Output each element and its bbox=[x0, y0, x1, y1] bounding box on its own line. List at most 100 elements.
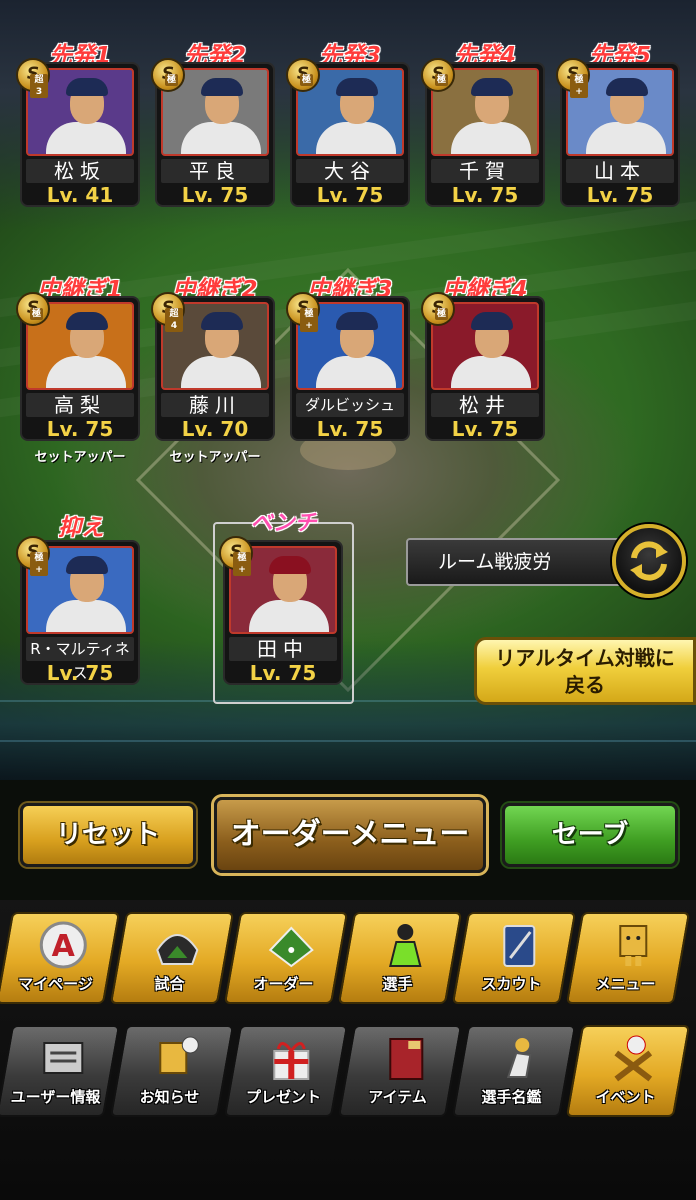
player-name: 山本 bbox=[566, 159, 674, 183]
player-level: Lv. 75 bbox=[586, 183, 654, 207]
player-cap bbox=[201, 78, 243, 96]
bench-position-label: ベンチ bbox=[250, 511, 317, 536]
item-book-icon bbox=[380, 1033, 430, 1083]
player-card-bench[interactable]: S極+ 田中 Lv. 75 bbox=[219, 536, 343, 685]
player-card[interactable]: S極+ 山本Lv. 75 bbox=[556, 58, 680, 207]
player-name: 藤川 bbox=[161, 393, 269, 417]
uniform bbox=[586, 122, 666, 154]
player-cap bbox=[336, 78, 378, 96]
nav-label: 試合 bbox=[154, 975, 185, 993]
uniform bbox=[316, 356, 396, 388]
nav-item-stadium[interactable]: 試合 bbox=[109, 912, 235, 1004]
rank-badge-icon: S極+ bbox=[556, 58, 590, 98]
nav-item-player[interactable]: 選手 bbox=[337, 912, 463, 1004]
player-level: Lv. 75 bbox=[181, 183, 249, 207]
nav-label: 選手名鑑 bbox=[481, 1088, 542, 1106]
uniform bbox=[46, 356, 126, 388]
player-level: Lv. 41 bbox=[46, 183, 114, 207]
player-card[interactable]: S極高梨Lv. 75 bbox=[16, 292, 140, 441]
player-name: 高梨 bbox=[26, 393, 134, 417]
player-directory-icon bbox=[494, 1033, 544, 1083]
nav-label: イベント bbox=[595, 1088, 656, 1106]
player-card[interactable]: S超3 松坂Lv. 41 bbox=[16, 58, 140, 207]
player-name: 平良 bbox=[161, 159, 269, 183]
present-icon bbox=[266, 1033, 316, 1083]
player-name: 大谷 bbox=[296, 159, 404, 183]
player-level: Lv. 75 bbox=[46, 417, 114, 441]
scout-icon bbox=[494, 920, 544, 970]
nav-item-notice[interactable]: お知らせ bbox=[109, 1025, 235, 1117]
player-level: Lv. 75 bbox=[46, 661, 114, 685]
uniform bbox=[451, 122, 531, 154]
grid-line bbox=[0, 740, 696, 742]
rank-badge-icon: S極+ bbox=[219, 536, 253, 576]
rank-badge-icon: S極 bbox=[421, 292, 455, 326]
nav-label: プレゼント bbox=[245, 1088, 322, 1106]
uniform bbox=[181, 356, 261, 388]
player-card[interactable]: S超4 藤川Lv. 70 bbox=[151, 292, 275, 441]
order-menu-button[interactable]: オーダーメニュー bbox=[214, 797, 486, 873]
reset-button[interactable]: リセット bbox=[20, 803, 196, 867]
primary-nav-row: A マイページ 試合 オーダー 選手 スカウト メニュー bbox=[0, 912, 692, 1012]
nav-label: 選手 bbox=[382, 975, 413, 993]
menu-box-icon bbox=[608, 920, 658, 970]
nav-item-event[interactable]: イベント bbox=[565, 1025, 691, 1117]
field-order-icon bbox=[266, 920, 316, 970]
uniform bbox=[46, 600, 126, 632]
player-card[interactable]: S極+ ダルビッシュLv. 75 bbox=[286, 292, 410, 441]
svg-text:A: A bbox=[52, 929, 76, 964]
player-cap bbox=[471, 78, 513, 96]
player-name: 松坂 bbox=[26, 159, 134, 183]
player-cap bbox=[269, 556, 311, 574]
nav-item-present[interactable]: プレゼント bbox=[223, 1025, 349, 1117]
player-card[interactable]: S極松井Lv. 75 bbox=[421, 292, 545, 441]
mypage-a-icon: A bbox=[38, 920, 88, 970]
save-button[interactable]: セーブ bbox=[502, 803, 678, 867]
player-level: Lv. 75 bbox=[451, 417, 519, 441]
nav-item-mypage-a[interactable]: A マイページ bbox=[0, 912, 121, 1004]
room-fatigue-button[interactable]: ルーム戦疲労 bbox=[406, 538, 636, 586]
nav-item-field-order[interactable]: オーダー bbox=[223, 912, 349, 1004]
event-icon bbox=[608, 1033, 658, 1083]
nav-item-user-info[interactable]: ユーザー情報 bbox=[0, 1025, 121, 1117]
nav-item-menu-box[interactable]: メニュー bbox=[565, 912, 691, 1004]
uniform bbox=[249, 600, 329, 632]
player-card[interactable]: S極平良Lv. 75 bbox=[151, 58, 275, 207]
nav-label: オーダー bbox=[253, 975, 314, 993]
player-name: ダルビッシュ bbox=[296, 393, 404, 417]
nav-label: アイテム bbox=[368, 1088, 427, 1106]
player-cap bbox=[66, 556, 108, 574]
player-card-closer[interactable]: S極+ R・マルティネス Lv. 75 bbox=[16, 536, 140, 685]
rank-badge-icon: S極 bbox=[16, 292, 50, 326]
rank-sub: 超4 bbox=[165, 308, 183, 332]
rank-badge-icon: S超3 bbox=[16, 58, 50, 98]
uniform bbox=[46, 122, 126, 154]
player-cap bbox=[66, 312, 108, 330]
rank-sub: 極 bbox=[30, 308, 44, 320]
uniform bbox=[181, 122, 261, 154]
nav-item-item-book[interactable]: アイテム bbox=[337, 1025, 463, 1117]
rank-sub: 極+ bbox=[233, 552, 251, 576]
player-card[interactable]: S極大谷Lv. 75 bbox=[286, 58, 410, 207]
rank-badge-icon: S極+ bbox=[286, 292, 320, 332]
rank-sub: 極+ bbox=[300, 308, 318, 332]
refresh-icon[interactable] bbox=[612, 524, 686, 598]
nav-label: お知らせ bbox=[139, 1088, 200, 1106]
player-level: Lv. 70 bbox=[181, 417, 249, 441]
nav-item-player-directory[interactable]: 選手名鑑 bbox=[451, 1025, 577, 1117]
stadium-icon bbox=[152, 920, 202, 970]
player-name: 田中 bbox=[229, 637, 337, 661]
user-info-icon bbox=[38, 1033, 88, 1083]
rank-badge-icon: S極 bbox=[286, 58, 320, 92]
nav-label: メニュー bbox=[595, 975, 656, 993]
rank-badge-icon: S超4 bbox=[151, 292, 185, 332]
rank-badge-icon: S極 bbox=[421, 58, 455, 92]
return-to-realtime-battle-button[interactable]: リアルタイム対戦に 戻る bbox=[474, 637, 696, 705]
player-icon bbox=[380, 920, 430, 970]
nav-item-scout[interactable]: スカウト bbox=[451, 912, 577, 1004]
player-name: 千賀 bbox=[431, 159, 539, 183]
player-cap bbox=[66, 78, 108, 96]
player-card[interactable]: S極千賀Lv. 75 bbox=[421, 58, 545, 207]
rank-sub: 極 bbox=[435, 308, 449, 320]
player-cap bbox=[471, 312, 513, 330]
